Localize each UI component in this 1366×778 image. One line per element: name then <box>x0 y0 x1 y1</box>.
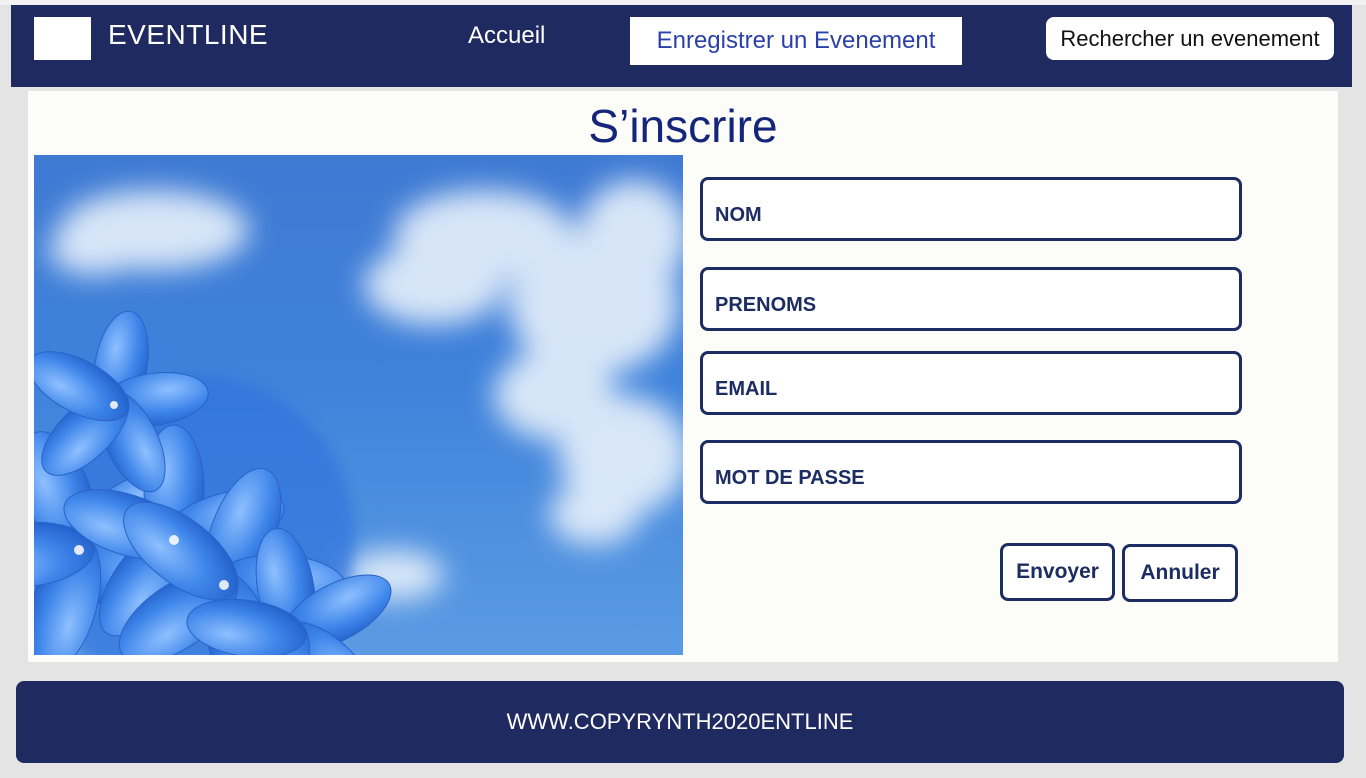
cancel-button[interactable]: Annuler <box>1122 544 1238 602</box>
email-field[interactable] <box>700 351 1242 415</box>
logo-placeholder[interactable] <box>34 17 91 60</box>
prenoms-field[interactable] <box>700 267 1242 331</box>
top-navbar: EVENTLINE Accueil Enregistrer un Eveneme… <box>11 5 1352 87</box>
nav-home-link[interactable]: Accueil <box>468 22 545 50</box>
brand-name: EVENTLINE <box>108 19 269 50</box>
blue-flowers-sky-image <box>34 155 683 655</box>
nom-input[interactable] <box>703 180 1239 238</box>
nav-register-event-button[interactable]: Enregistrer un Evenement <box>630 17 962 65</box>
hero-illustration <box>34 180 683 655</box>
page-title: S’inscrire <box>588 100 778 152</box>
nom-field[interactable] <box>700 177 1242 241</box>
nav-search-event-button[interactable]: Rechercher un evenement <box>1046 17 1334 60</box>
footer: WWW.COPYRYNTH2020ENTLINE <box>16 681 1344 763</box>
footer-copyright-text: WWW.COPYRYNTH2020ENTLINE <box>506 709 854 734</box>
password-field[interactable] <box>700 440 1242 504</box>
submit-button[interactable]: Envoyer <box>1000 543 1115 601</box>
prenoms-input[interactable] <box>703 270 1239 328</box>
email-input[interactable] <box>703 354 1239 412</box>
signup-panel: S’inscrire NOM PRENOMS EMAIL Envoyer Ann… <box>28 91 1338 662</box>
password-input[interactable] <box>703 443 1239 501</box>
